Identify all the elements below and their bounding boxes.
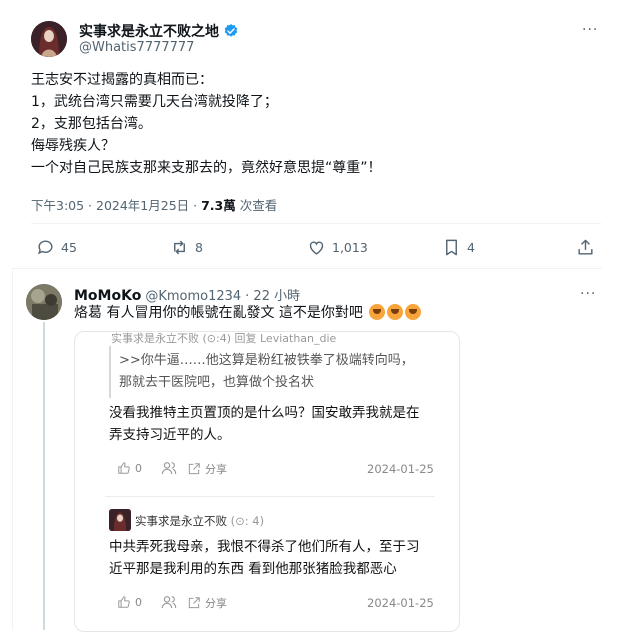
thumb-up-icon	[118, 596, 130, 608]
tweet-line: 王志安不过揭露的真相而已：	[31, 72, 213, 88]
bookmark-count: 4	[467, 240, 475, 255]
tweet-text: 王志安不过揭露的真相而已： 1，武统台湾只需要几天台湾就投降了； 2，支那包括台…	[31, 69, 591, 179]
tired-face-emoji	[405, 304, 422, 320]
share-out-icon	[188, 597, 200, 609]
tweet-timestamp[interactable]: 下午3:05 · 2024年1月25日 ·	[31, 198, 201, 213]
tweet-line: 侮辱残疾人？	[31, 138, 115, 154]
reply-text: 烙葛 有人冒用你的帳號在亂發文 這不是你對吧	[74, 302, 422, 324]
reply-avatar[interactable]	[26, 284, 62, 320]
comment-author-name: 实事求是永立不败	[135, 514, 227, 528]
repost-count: 8	[195, 240, 203, 255]
thread-line	[43, 322, 45, 630]
comment-author: 实事求是永立不败 (⊙: 4)	[135, 513, 264, 529]
bookmark-icon	[446, 239, 457, 256]
avatar-portrait-icon	[109, 509, 131, 531]
comment-like-count: 0	[135, 461, 142, 475]
reply-more-options-icon[interactable]: ···	[580, 286, 596, 302]
comment-like: 0	[117, 595, 142, 609]
cut-top-line: 实事求是永立不败 (⊙:4) 回复 Leviathan_die	[111, 332, 337, 345]
repost-button[interactable]: 8	[170, 238, 203, 257]
author-display-name[interactable]: 实事求是永立不败之地	[79, 21, 219, 41]
avatar-photo-icon	[26, 284, 62, 320]
verified-badge-icon	[224, 24, 238, 37]
reply-count: 45	[61, 240, 77, 255]
comment-date: 2024-01-25	[367, 462, 434, 476]
comment-text: 中共弄死我母亲，我恨不得杀了他们所有人，至于习近平那是我利用的东西 看到他那张猪…	[109, 539, 420, 577]
tired-face-emoji	[369, 304, 386, 320]
share-button[interactable]	[576, 238, 595, 257]
like-button[interactable]: 1,013	[307, 238, 368, 257]
reply-text-content: 烙葛 有人冒用你的帳號在亂發文 這不是你對吧	[74, 305, 363, 321]
share-label: 分享	[205, 463, 227, 476]
reply-border	[12, 268, 13, 630]
users-icon	[161, 596, 177, 609]
comment-share: 分享	[187, 595, 227, 611]
divider	[31, 223, 601, 224]
comment-like: 0	[117, 461, 142, 475]
avatar-portrait-icon	[31, 21, 67, 57]
bookmark-button[interactable]: 4	[442, 238, 475, 257]
tweet-line: 2，支那包括台湾。	[31, 116, 152, 132]
tweet-meta: 下午3:05 · 2024年1月25日 · 7.3萬 次查看	[31, 195, 277, 214]
users-icon	[161, 462, 177, 475]
repost-icon	[174, 240, 185, 255]
quote-bar	[109, 346, 111, 398]
quoted-comment: >>你牛逼……他这算是粉红被铁拳了极端转向吗，那就去干医院吧，也算做个投名状	[119, 353, 414, 390]
author-avatar[interactable]	[31, 21, 67, 57]
thumb-up-icon	[118, 462, 130, 474]
more-options-icon[interactable]: ···	[582, 22, 598, 38]
comment-like-count: 0	[135, 595, 142, 609]
share-label: 分享	[205, 597, 227, 610]
comment-avatar	[109, 509, 131, 531]
tired-face-emoji	[387, 304, 404, 320]
comment-date: 2024-01-25	[367, 596, 434, 610]
like-count: 1,013	[332, 240, 368, 255]
comment-author-badge: (⊙: 4)	[230, 514, 265, 528]
divider	[12, 268, 602, 269]
reply-icon	[37, 240, 53, 255]
tweet-line: 一个对自己民族支那来支那去的，竟然好意思提“尊重”！	[31, 160, 382, 176]
heart-icon	[309, 241, 324, 255]
attached-image[interactable]: 实事求是永立不败 (⊙:4) 回复 Leviathan_die >>你牛逼……他…	[74, 331, 460, 632]
tweet-line: 1，武统台湾只需要几天台湾就投降了；	[31, 94, 278, 110]
author-handle[interactable]: @Whatis7777777	[79, 40, 194, 55]
divider	[105, 496, 435, 497]
comment-text: 没看我推特主页置顶的是什么吗？国安敢弄我就是在弄支持习近平的人。	[109, 405, 420, 443]
share-out-icon	[188, 463, 200, 475]
share-icon	[578, 239, 593, 255]
comment-share: 分享	[187, 461, 227, 477]
view-label: 次查看	[235, 198, 278, 213]
view-count: 7.3萬	[201, 198, 236, 213]
reply-button[interactable]: 45	[36, 238, 77, 257]
